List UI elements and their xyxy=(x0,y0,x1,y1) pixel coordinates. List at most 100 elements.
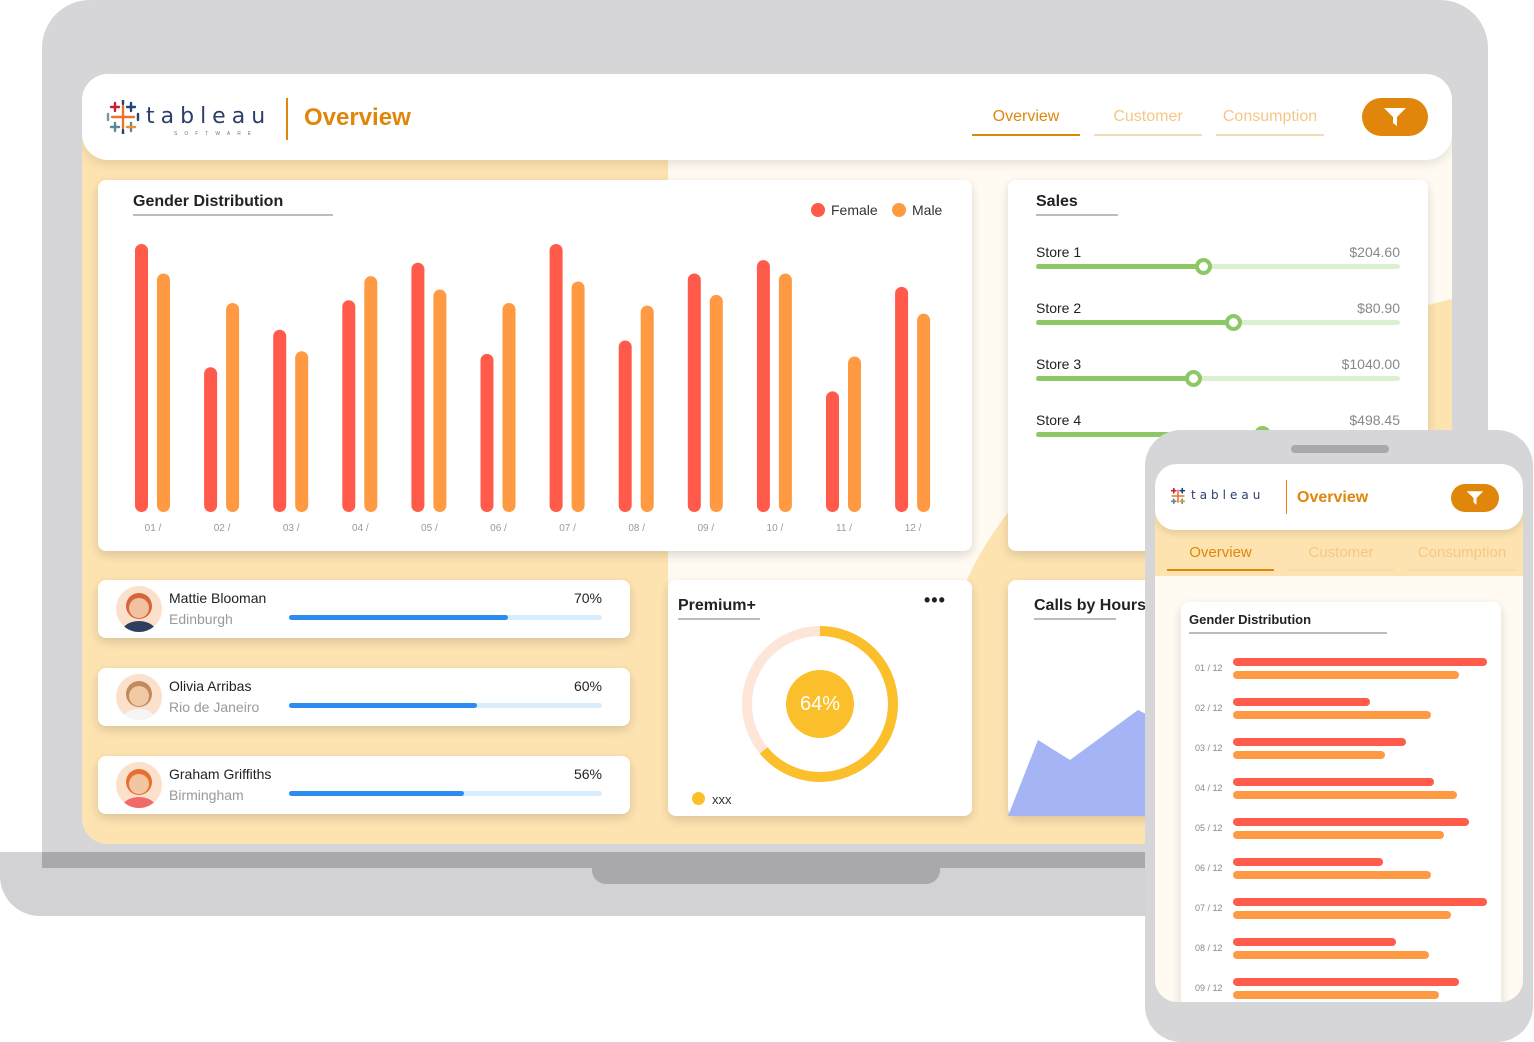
store-slider-fill xyxy=(1036,264,1204,269)
phone-bar-male xyxy=(1233,991,1439,999)
page-title: Overview xyxy=(304,104,411,131)
bar-female-3 xyxy=(273,329,287,512)
phone-bar-female xyxy=(1233,698,1371,706)
customer-progress-fill xyxy=(289,615,509,620)
header-divider xyxy=(286,98,288,140)
store-value: $204.60 xyxy=(1349,244,1400,260)
customer-percent: 70% xyxy=(573,590,602,606)
bar-female-4 xyxy=(342,300,356,512)
premium-title: Premium+ xyxy=(678,597,756,614)
phone-bar-female xyxy=(1233,818,1470,826)
store-slider-track[interactable] xyxy=(1036,320,1400,325)
tab-customer[interactable]: Customer xyxy=(1094,108,1202,136)
phone-bar-female xyxy=(1233,898,1487,906)
laptop-notch xyxy=(592,868,940,884)
phone-speaker xyxy=(1291,445,1389,453)
tab-consumption[interactable]: Consumption xyxy=(1216,108,1324,136)
phone-bar-male xyxy=(1233,911,1452,919)
x-tick-label: 03 / xyxy=(283,523,300,534)
store-slider-handle[interactable] xyxy=(1224,314,1242,331)
title-underline xyxy=(1034,618,1116,620)
filter-icon xyxy=(1466,491,1484,505)
store-slider-fill xyxy=(1036,376,1193,381)
store-name: Store 1 xyxy=(1036,244,1082,260)
x-tick-label: 08 / xyxy=(628,523,645,534)
laptop-hinge xyxy=(42,852,1300,868)
phone-bar-male xyxy=(1233,871,1432,879)
bar-male-2 xyxy=(226,302,240,512)
more-dots-icon[interactable]: ••• xyxy=(924,590,946,611)
phone-tab-overview[interactable]: Overview xyxy=(1167,544,1274,571)
phone-tab-customer[interactable]: Customer xyxy=(1288,544,1394,571)
customer-city: Birmingham xyxy=(169,787,244,803)
phone-gender-title: Gender Distribution xyxy=(1189,612,1312,627)
customer-card[interactable]: Olivia Arribas Rio de Janeiro 60% xyxy=(98,668,630,726)
bar-female-12 xyxy=(895,286,909,512)
bar-male-9 xyxy=(709,294,723,512)
x-tick-label: 12 / xyxy=(905,523,922,534)
tab-overview[interactable]: Overview xyxy=(972,108,1080,136)
phone-tab-consumption[interactable]: Consumption xyxy=(1408,544,1516,571)
bar-male-11 xyxy=(848,356,861,512)
customer-name: Olivia Arribas xyxy=(169,678,252,694)
bar-female-2 xyxy=(204,367,218,512)
tableau-logo-icon xyxy=(106,98,140,136)
store-slider-track[interactable] xyxy=(1036,376,1400,381)
phone-bar-female xyxy=(1233,938,1396,946)
store-name: Store 4 xyxy=(1036,412,1082,428)
store-value: $1040.00 xyxy=(1341,356,1400,372)
sales-title: Sales xyxy=(1036,193,1078,210)
x-tick-label: 02 / xyxy=(214,523,231,534)
filter-button[interactable] xyxy=(1362,98,1428,136)
premium-legend-dot xyxy=(692,792,705,805)
header-divider xyxy=(1286,480,1287,514)
phone-bar-male xyxy=(1233,951,1429,959)
customer-city: Rio de Janeiro xyxy=(169,699,260,715)
bar-male-10 xyxy=(778,273,792,512)
store-name: Store 3 xyxy=(1036,356,1082,372)
logo-wordmark: tableau xyxy=(1191,488,1265,502)
phone-frame: tableau Overview Overview Customer Consu… xyxy=(1145,430,1533,1042)
phone-bar-label: 01 / 12 xyxy=(1195,663,1223,673)
store-slider-handle[interactable] xyxy=(1184,370,1202,387)
bar-male-1 xyxy=(157,273,170,512)
phone-page-title: Overview xyxy=(1297,489,1369,506)
customer-name: Graham Griffiths xyxy=(169,766,272,782)
customer-card[interactable]: Graham Griffiths Birmingham 56% xyxy=(98,756,630,814)
title-underline xyxy=(678,618,760,620)
store-slider-track[interactable] xyxy=(1036,264,1400,269)
customer-progress-fill xyxy=(289,791,465,796)
customer-progress-fill xyxy=(289,703,477,708)
phone-bar-male xyxy=(1233,791,1457,799)
x-tick-label: 01 / xyxy=(145,523,162,534)
phone-bar-female xyxy=(1233,858,1383,866)
store-slider-handle[interactable] xyxy=(1195,258,1213,275)
phone-bar-label: 08 / 12 xyxy=(1195,943,1223,953)
phone-bar-female xyxy=(1233,658,1487,666)
bar-male-4 xyxy=(364,276,378,512)
filter-icon xyxy=(1384,108,1406,126)
bar-male-8 xyxy=(640,305,654,512)
bar-female-6 xyxy=(480,353,494,512)
bar-female-8 xyxy=(618,340,632,512)
bar-male-12 xyxy=(917,313,931,512)
phone-filter-button[interactable] xyxy=(1451,484,1499,512)
premium-legend: xxx xyxy=(712,792,732,807)
bar-female-11 xyxy=(826,391,839,512)
avatar xyxy=(116,674,162,720)
bar-male-6 xyxy=(502,302,516,512)
phone-bar-label: 03 / 12 xyxy=(1195,743,1223,753)
gender-bar-chart: 01 / 02 / 03 / 04 / 05 / 06 / 07 / 08 / 09 / 10 /… xyxy=(135,244,931,534)
customer-percent: 56% xyxy=(573,766,602,782)
x-tick-label: 04 / xyxy=(352,523,369,534)
x-tick-label: 10 / xyxy=(767,523,784,534)
bar-male-7 xyxy=(571,281,585,512)
phone-header: tableau Overview xyxy=(1155,464,1523,530)
bar-female-7 xyxy=(549,244,563,512)
customer-card[interactable]: Mattie Blooman Edinburgh 70% xyxy=(98,580,630,638)
bar-female-9 xyxy=(687,273,701,512)
title-underline xyxy=(1189,632,1387,634)
phone-bar-female xyxy=(1233,978,1460,986)
customer-progress-track xyxy=(289,703,602,708)
customer-city: Edinburgh xyxy=(169,611,233,627)
